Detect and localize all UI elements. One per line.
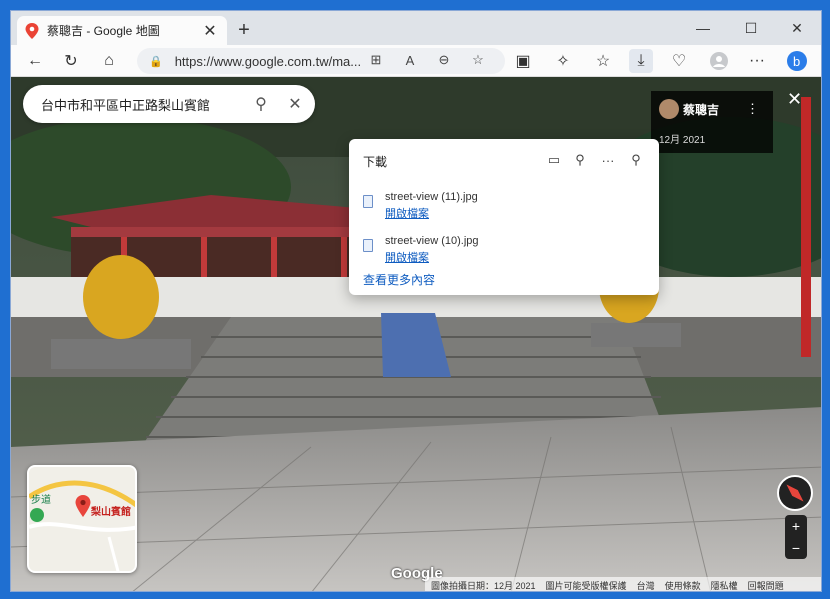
favorites-icon[interactable]: ☆ xyxy=(591,49,615,73)
download-item[interactable]: street-view (11).jpg 開啟檔案 xyxy=(363,189,643,223)
extensions-icon[interactable]: ✧ xyxy=(551,49,575,73)
more-menu-icon[interactable]: ··· xyxy=(745,49,769,73)
browser-window: 蔡聰吉 - Google 地圖 ✕ + — ☐ ✕ ← ↻ ⌂ 🔒 https:… xyxy=(10,10,822,592)
photographer-avatar xyxy=(659,99,679,119)
app-available-icon[interactable]: ⊞ xyxy=(365,49,387,71)
photographer-name[interactable]: 蔡聰吉 xyxy=(683,101,719,118)
privacy-link[interactable]: 隱私權 xyxy=(711,579,738,592)
downloads-title: 下載 xyxy=(363,155,388,169)
zoom-icon[interactable]: ⊖ xyxy=(433,49,455,71)
download-filename: street-view (11).jpg xyxy=(385,191,478,203)
downloads-icon[interactable]: ⤓ xyxy=(629,49,653,73)
terms-link[interactable]: 使用條款 xyxy=(665,579,701,592)
downloads-panel: 下載 ▭ ⚲ ··· ⚲ street-view (11).jpg 開啟檔案 s… xyxy=(349,139,659,295)
close-window-button[interactable]: ✕ xyxy=(777,17,817,39)
tab-title: 蔡聰吉 - Google 地圖 xyxy=(47,24,160,38)
open-folder-icon[interactable]: ▭ xyxy=(543,149,565,171)
clear-search-icon[interactable]: ✕ xyxy=(281,90,309,118)
more-options-icon[interactable]: ⋮ xyxy=(746,101,759,117)
search-icon[interactable]: ⚲ xyxy=(247,90,275,118)
browser-essentials-icon[interactable]: ♡ xyxy=(667,49,691,73)
browser-toolbar: ← ↻ ⌂ 🔒 https://www.google.com.tw/ma... … xyxy=(11,45,821,77)
minimize-button[interactable]: — xyxy=(683,17,723,39)
download-filename: street-view (10).jpg xyxy=(385,235,479,247)
screenshot-icon[interactable]: ▣ xyxy=(511,49,535,73)
minimap-roads xyxy=(29,480,135,571)
street-view-area[interactable]: 台中市和平區中正路梨山賓館 ⚲ ✕ 蔡聰吉 ⋮ 12月 2021 ✕ 下載 ▭ … xyxy=(11,77,821,592)
google-maps-pin-icon xyxy=(25,22,39,39)
url-text: https://www.google.com.tw/ma... xyxy=(174,53,362,69)
map-footer: 圖像拍攝日期：12月 2021 圖片可能受版權保護 台灣 使用條款 隱私權 回報… xyxy=(425,577,821,592)
search-box[interactable]: 台中市和平區中正路梨山賓館 ⚲ ✕ xyxy=(23,85,315,123)
report-problem-link[interactable]: 回報問題 xyxy=(748,579,784,592)
search-downloads-icon[interactable]: ⚲ xyxy=(569,149,591,171)
bing-icon[interactable]: b xyxy=(785,49,809,73)
profile-avatar[interactable] xyxy=(707,49,731,73)
tab-close-icon[interactable]: ✕ xyxy=(201,21,219,41)
capture-date: 圖像拍攝日期：12月 2021 xyxy=(431,580,536,591)
download-item[interactable]: street-view (10).jpg 開啟檔案 xyxy=(363,233,643,267)
more-options-icon[interactable]: ··· xyxy=(597,149,619,171)
minimap[interactable]: 步道 梨山賓館 xyxy=(27,465,137,573)
location-pin-icon xyxy=(75,495,91,517)
close-street-view-icon[interactable]: ✕ xyxy=(787,89,802,110)
tab-strip: 蔡聰吉 - Google 地圖 ✕ + — ☐ ✕ xyxy=(11,11,821,45)
search-input[interactable]: 台中市和平區中正路梨山賓館 xyxy=(41,95,247,114)
trail-label: 步道 xyxy=(31,495,51,506)
svg-text:b: b xyxy=(793,54,800,69)
open-file-link[interactable]: 開啟檔案 xyxy=(385,205,429,221)
maximize-button[interactable]: ☐ xyxy=(731,17,771,39)
pin-icon[interactable]: ⚲ xyxy=(625,149,647,171)
tab-google-maps[interactable]: 蔡聰吉 - Google 地圖 ✕ xyxy=(17,16,227,45)
region-link[interactable]: 台灣 xyxy=(637,579,655,592)
back-icon[interactable]: ← xyxy=(23,49,47,73)
image-file-icon xyxy=(363,239,373,252)
place-label: 梨山賓館 xyxy=(91,507,131,518)
open-file-link[interactable]: 開啟檔案 xyxy=(385,249,429,265)
lock-icon: 🔒 xyxy=(149,55,163,68)
read-aloud-icon[interactable]: A xyxy=(399,49,421,71)
zoom-in-button[interactable]: + xyxy=(785,515,807,537)
see-more-link[interactable]: 查看更多內容 xyxy=(363,271,435,288)
zoom-out-button[interactable]: − xyxy=(785,537,807,559)
copyright-notice: 圖片可能受版權保護 xyxy=(545,580,627,591)
compass-icon[interactable] xyxy=(777,475,813,511)
zoom-control[interactable]: + − xyxy=(785,515,807,559)
refresh-icon[interactable]: ↻ xyxy=(59,49,83,73)
home-icon[interactable]: ⌂ xyxy=(97,49,121,73)
new-tab-button[interactable]: + xyxy=(233,19,255,42)
photo-date: 12月 2021 xyxy=(659,135,706,146)
photographer-card[interactable]: 蔡聰吉 ⋮ 12月 2021 xyxy=(651,91,773,153)
favorite-star-icon[interactable]: ☆ xyxy=(467,49,489,71)
image-file-icon xyxy=(363,195,373,208)
